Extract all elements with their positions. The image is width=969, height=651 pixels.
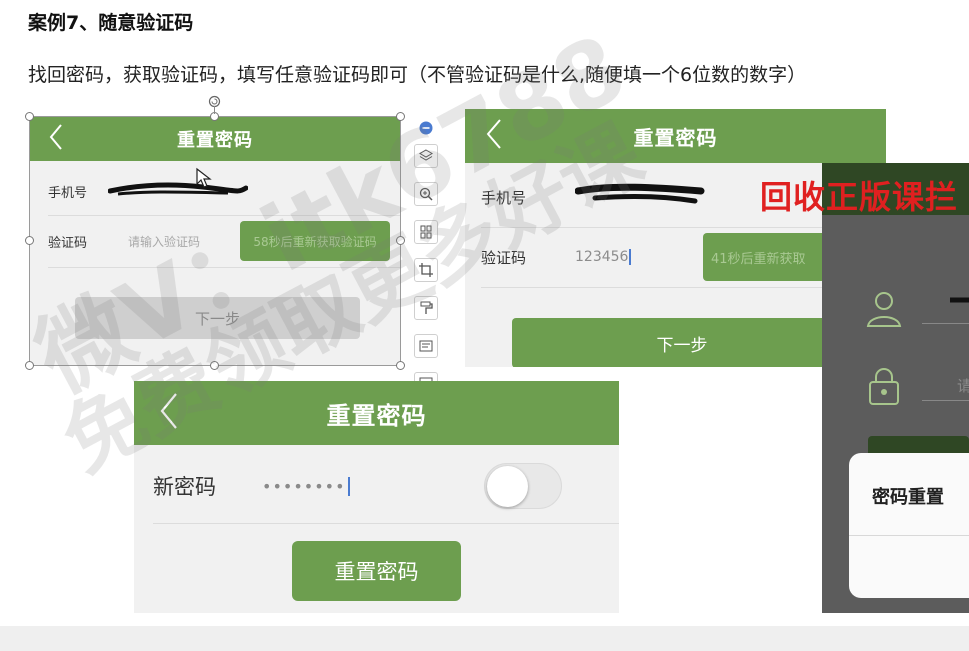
resize-handle[interactable] [396,361,405,370]
resize-handle[interactable] [396,112,405,121]
back-icon[interactable] [485,118,503,154]
screenshot-reset-password[interactable]: 重置密码 新密码 •••••••• 重置密码 [134,381,619,613]
divider [922,400,969,401]
divider [922,323,969,324]
new-password-input[interactable]: •••••••• [262,476,350,496]
code-label: 验证码 [481,248,527,267]
password-hint: 请 [957,377,969,395]
lock-icon [866,366,902,410]
dialog-message: 密码重置 [872,487,944,508]
page-title: 重置密码 [633,125,718,150]
dialog-divider [849,535,969,536]
redacted-username [950,297,969,303]
overlay-login-screenshot: 请 密码重置 [822,163,969,613]
divider [153,523,619,524]
collapse-icon[interactable] [419,120,433,139]
page-title: 重置密码 [326,401,427,430]
resize-handle[interactable] [25,361,34,370]
redacted-phone-number [575,183,705,204]
user-icon [864,288,904,332]
crop-icon[interactable] [414,258,438,282]
case-description: 找回密码，获取验证码，填写任意验证码即可（不管验证码是什么,随便填一个6位数的数… [28,64,807,86]
bottom-scroll-area [0,626,969,651]
reset-password-button[interactable]: 重置密码 [292,541,461,601]
resize-handle[interactable] [25,236,34,245]
resize-handle[interactable] [210,361,219,370]
resize-handle[interactable] [25,112,34,121]
show-password-toggle[interactable] [484,463,562,509]
new-password-row: 新密码 •••••••• [134,461,619,511]
zoom-icon[interactable] [414,182,438,206]
phone-label: 手机号 [481,188,527,207]
navbar: 重置密码 [465,109,886,163]
back-icon[interactable] [159,392,179,434]
picture-ocr-icon[interactable] [414,334,438,358]
format-painter-icon[interactable] [414,296,438,320]
code-input[interactable]: 123456 [575,249,632,265]
new-password-label: 新密码 [153,475,216,499]
resize-handle[interactable] [396,236,405,245]
promo-banner-text: 回收正版课拦 [760,178,959,216]
toggle-knob [487,466,528,507]
rotate-line [214,106,215,114]
layers-icon[interactable] [414,144,438,168]
navbar: 重置密码 [134,381,619,445]
image-selection-frame[interactable] [29,116,401,366]
crop-frame-icon[interactable] [414,220,438,244]
next-button[interactable]: 下一步 [512,318,852,367]
reset-success-dialog: 密码重置 [849,453,969,598]
case-title: 案例7、随意验证码 [28,12,194,34]
